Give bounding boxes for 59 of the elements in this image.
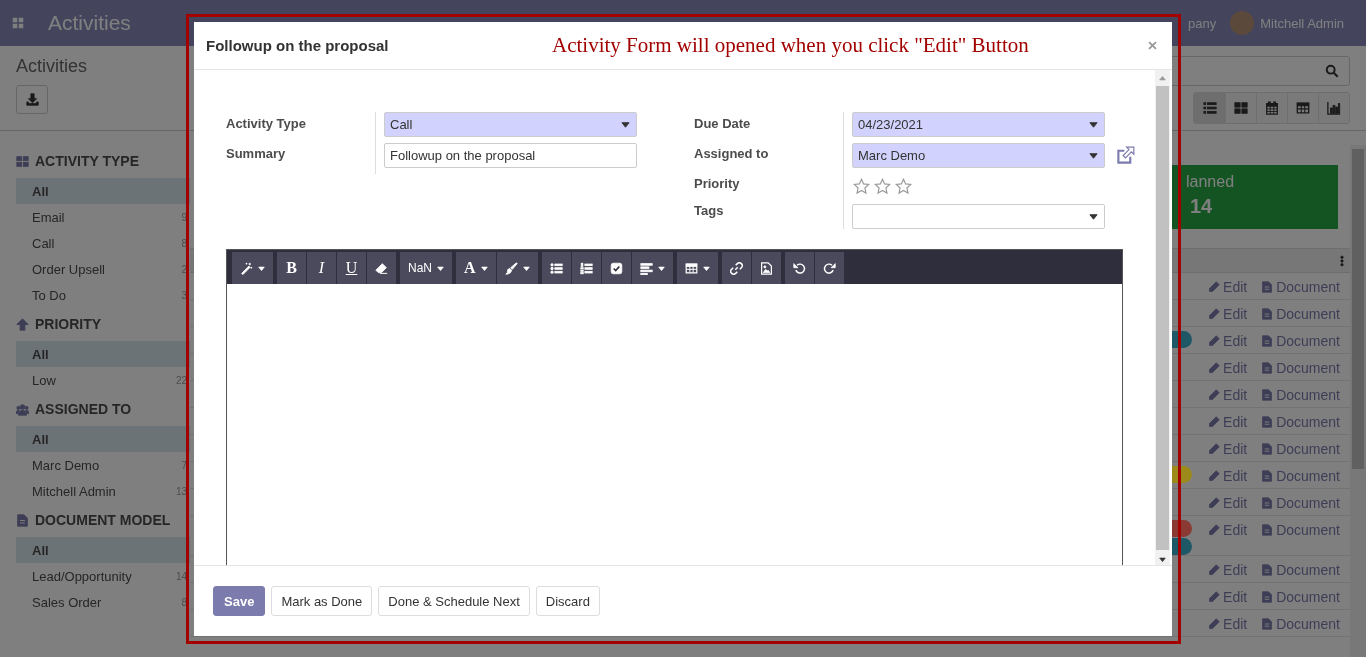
section-heading: ASSIGNED TO <box>35 401 132 417</box>
section-heading: DOCUMENT MODEL <box>35 512 171 528</box>
filter-item[interactable]: All <box>16 341 190 367</box>
edit-link[interactable]: Edit <box>1208 279 1248 295</box>
toolbar-button[interactable]: B <box>277 252 306 284</box>
edit-link[interactable]: Edit <box>1208 441 1248 457</box>
section-heading: ACTIVITY TYPE <box>35 153 139 169</box>
select-field[interactable]: Call <box>384 112 637 137</box>
filter-item[interactable]: All <box>16 426 190 452</box>
field-label: Assigned to <box>694 145 770 163</box>
save-button[interactable]: Save <box>213 586 266 616</box>
breadcrumb: Activities <box>16 56 87 77</box>
edit-link[interactable]: Edit <box>1208 616 1248 632</box>
document-link[interactable]: Document <box>1261 522 1340 538</box>
dialog-title: Followup on the proposal <box>206 37 390 54</box>
field-label: Activity Type <box>226 115 307 133</box>
document-link[interactable]: Document <box>1261 589 1340 605</box>
edit-link[interactable]: Edit <box>1208 468 1248 484</box>
summary-value: 14 <box>1190 195 1213 218</box>
edit-link[interactable]: Edit <box>1208 414 1248 430</box>
filter-item[interactable]: All <box>16 178 190 204</box>
edit-link[interactable]: Edit <box>1208 387 1248 403</box>
filter-item[interactable]: All <box>16 537 190 563</box>
input-field[interactable]: Followup on the proposal <box>384 143 637 168</box>
document-link[interactable]: Document <box>1261 562 1340 578</box>
edit-link[interactable]: Edit <box>1208 522 1248 538</box>
field-label: Summary <box>226 145 287 163</box>
document-link[interactable]: Document <box>1261 387 1340 403</box>
section-heading: PRIORITY <box>35 316 102 332</box>
field-label: Tags <box>694 202 725 220</box>
toolbar-button[interactable]: A <box>456 252 496 284</box>
toolbar-button[interactable]: I <box>307 252 336 284</box>
document-link[interactable]: Document <box>1261 414 1340 430</box>
edit-link[interactable]: Edit <box>1208 589 1248 605</box>
edit-link[interactable]: Edit <box>1208 495 1248 511</box>
edit-link[interactable]: Edit <box>1208 360 1248 376</box>
document-link[interactable]: Document <box>1261 616 1340 632</box>
document-link[interactable]: Document <box>1261 306 1340 322</box>
select-field[interactable]: Marc Demo <box>852 143 1105 168</box>
action-button[interactable]: Mark as Done <box>271 586 373 616</box>
field-label: Due Date <box>694 115 752 133</box>
field-label: Priority <box>694 175 741 193</box>
document-link[interactable]: Document <box>1261 495 1340 511</box>
edit-link[interactable]: Edit <box>1208 306 1248 322</box>
document-link[interactable]: Document <box>1261 279 1340 295</box>
edit-link[interactable]: Edit <box>1208 562 1248 578</box>
action-button[interactable]: Discard <box>535 586 600 616</box>
summary-label: lanned <box>1186 173 1235 191</box>
document-link[interactable]: Document <box>1261 333 1340 349</box>
toolbar-button[interactable]: U <box>337 252 366 284</box>
edit-link[interactable]: Edit <box>1208 333 1248 349</box>
toolbar-button[interactable]: NaN <box>400 252 452 284</box>
annotation-text: Activity Form will opened when you click "Edit" Button <box>552 33 1030 58</box>
select-field[interactable]: 04/23/2021 <box>852 112 1105 137</box>
document-link[interactable]: Document <box>1261 441 1340 457</box>
text-editor[interactable]: B I U NaN A <box>226 249 1123 565</box>
document-link[interactable]: Document <box>1261 468 1340 484</box>
action-button[interactable]: Done & Schedule Next <box>378 586 530 616</box>
document-link[interactable]: Document <box>1261 360 1340 376</box>
